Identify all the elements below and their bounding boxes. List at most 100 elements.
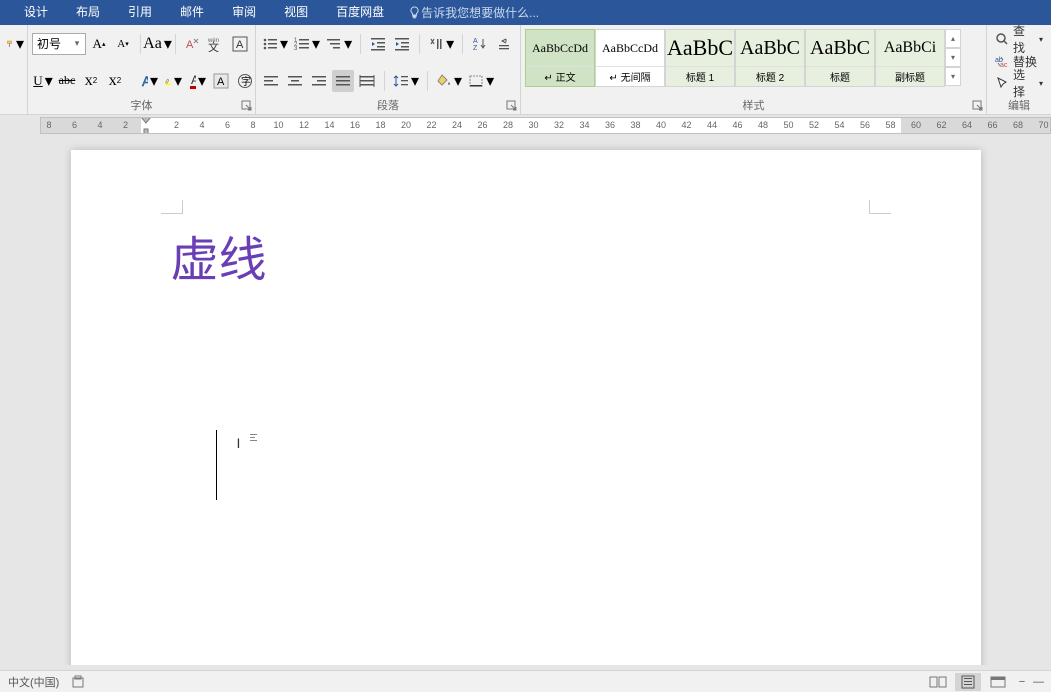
horizontal-ruler[interactable]: 8642246810121416182022242628303234363840…: [0, 115, 1051, 135]
bullets-button[interactable]: ▾: [260, 33, 290, 55]
svg-text:A: A: [236, 39, 244, 51]
web-layout-button[interactable]: [985, 673, 1011, 691]
tell-me-search[interactable]: 告诉我您想要做什么...: [408, 4, 539, 21]
tab-design[interactable]: 设计: [10, 0, 62, 25]
style-item-1[interactable]: AaBbCcDd↵ 无间隔: [595, 29, 665, 87]
language-status[interactable]: 中文(中国): [8, 674, 59, 690]
font-dialog-launcher[interactable]: [241, 100, 253, 112]
character-border-button[interactable]: A: [229, 33, 251, 55]
phonetic-guide-button[interactable]: wén文: [205, 33, 227, 55]
ruler-tick: 2: [123, 120, 128, 130]
margin-marker-top-left: [161, 200, 183, 214]
ruler-tick: 26: [477, 120, 487, 130]
tab-view[interactable]: 视图: [270, 0, 322, 25]
styles-scroll-up[interactable]: ▴: [945, 29, 961, 48]
read-mode-button[interactable]: [925, 673, 951, 691]
asian-layout-button[interactable]: ▾: [426, 33, 456, 55]
svg-text:3: 3: [294, 46, 298, 51]
style-item-4[interactable]: AaBbC标题: [805, 29, 875, 87]
ruler-tick: 6: [225, 120, 230, 130]
align-distributed-button[interactable]: [356, 70, 378, 92]
svg-text:字: 字: [241, 75, 251, 88]
tab-mailings[interactable]: 邮件: [166, 0, 218, 25]
shrink-font-button[interactable]: A▾: [112, 33, 134, 55]
ruler-tick: 52: [809, 120, 819, 130]
superscript-button[interactable]: x2: [104, 70, 126, 92]
font-size-input[interactable]: [33, 37, 69, 51]
styles-scroll-down[interactable]: ▾: [945, 48, 961, 67]
text-cursor: [216, 430, 217, 500]
shading-button[interactable]: ▾: [434, 70, 464, 92]
style-name: 标题: [806, 66, 874, 86]
style-preview: AaBbC: [736, 30, 804, 66]
font-color-button[interactable]: A▾: [186, 70, 208, 92]
styles-dialog-launcher[interactable]: [972, 100, 984, 112]
grow-font-button[interactable]: A▴: [88, 33, 110, 55]
ruler-tick: 16: [350, 120, 360, 130]
style-item-3[interactable]: AaBbC标题 2: [735, 29, 805, 87]
svg-text:Z: Z: [473, 45, 478, 51]
style-name: 标题 2: [736, 66, 804, 86]
format-painter-button[interactable]: ▾: [4, 33, 26, 55]
align-justify-button[interactable]: [332, 70, 354, 92]
line-spacing-button[interactable]: ▾: [391, 70, 421, 92]
align-left-button[interactable]: [260, 70, 282, 92]
select-button[interactable]: 选择▾: [993, 73, 1045, 93]
ruler-tick: 62: [936, 120, 946, 130]
print-layout-button[interactable]: [955, 673, 981, 691]
character-shading-button[interactable]: A: [210, 70, 232, 92]
multilevel-list-button[interactable]: ▾: [324, 33, 354, 55]
font-size-combo[interactable]: ▾: [32, 33, 86, 55]
first-line-indent-marker[interactable]: [141, 117, 151, 134]
clear-formatting-button[interactable]: A: [181, 33, 203, 55]
style-item-0[interactable]: AaBbCcDd↵ 正文: [525, 29, 595, 87]
tab-references[interactable]: 引用: [114, 0, 166, 25]
style-preview: AaBbC: [806, 30, 874, 66]
style-name: 副标题: [876, 66, 944, 86]
paragraph-group-label: 段落: [256, 98, 520, 114]
document-heading[interactable]: 虚线: [171, 220, 881, 290]
numbering-button[interactable]: 123▾: [292, 33, 322, 55]
tab-layout[interactable]: 布局: [62, 0, 114, 25]
ruler-tick: 32: [554, 120, 564, 130]
replace-icon: abac: [995, 54, 1009, 68]
style-preview: AaBbCcDd: [526, 30, 594, 66]
styles-expand[interactable]: ▾: [945, 67, 961, 86]
highlight-button[interactable]: ▾: [162, 70, 184, 92]
strikethrough-button[interactable]: abc: [56, 70, 78, 92]
ruler-tick: 38: [630, 120, 640, 130]
tab-review[interactable]: 审阅: [218, 0, 270, 25]
ruler-tick: 24: [452, 120, 462, 130]
increase-indent-button[interactable]: [391, 33, 413, 55]
subscript-button[interactable]: x2: [80, 70, 102, 92]
decrease-indent-button[interactable]: [367, 33, 389, 55]
change-case-button[interactable]: Aa▾: [147, 33, 169, 55]
zoom-separator: —: [1033, 676, 1043, 688]
borders-button[interactable]: ▾: [466, 70, 496, 92]
align-center-button[interactable]: [284, 70, 306, 92]
zoom-out-button[interactable]: −: [1015, 676, 1029, 688]
macro-status-icon[interactable]: [71, 675, 85, 689]
style-item-2[interactable]: AaBbC标题 1: [665, 29, 735, 87]
show-marks-button[interactable]: [493, 33, 515, 55]
ruler-tick: 12: [299, 120, 309, 130]
find-button[interactable]: 查找▾: [993, 29, 1045, 49]
styles-gallery: AaBbCcDd↵ 正文AaBbCcDd↵ 无间隔AaBbC标题 1AaBbC标…: [525, 25, 945, 87]
ruler-tick: 28: [503, 120, 513, 130]
align-right-button[interactable]: [308, 70, 330, 92]
chevron-down-icon[interactable]: ▾: [69, 38, 85, 49]
paragraph-dialog-launcher[interactable]: [506, 100, 518, 112]
ruler-tick: 56: [860, 120, 870, 130]
ruler-tick: 48: [758, 120, 768, 130]
underline-button[interactable]: U▾: [32, 70, 54, 92]
style-item-5[interactable]: AaBbCi副标题: [875, 29, 945, 87]
text-effects-button[interactable]: A▾: [138, 70, 160, 92]
tab-baidu[interactable]: 百度网盘: [322, 0, 398, 25]
ruler-tick: 64: [962, 120, 972, 130]
sort-button[interactable]: AZ: [469, 33, 491, 55]
enclose-characters-button[interactable]: 字: [234, 70, 256, 92]
styles-group-label: 样式: [521, 98, 986, 114]
ruler-tick: 34: [579, 120, 589, 130]
ruler-tick: 40: [656, 120, 666, 130]
document-area[interactable]: 虚线 I: [0, 135, 1051, 665]
